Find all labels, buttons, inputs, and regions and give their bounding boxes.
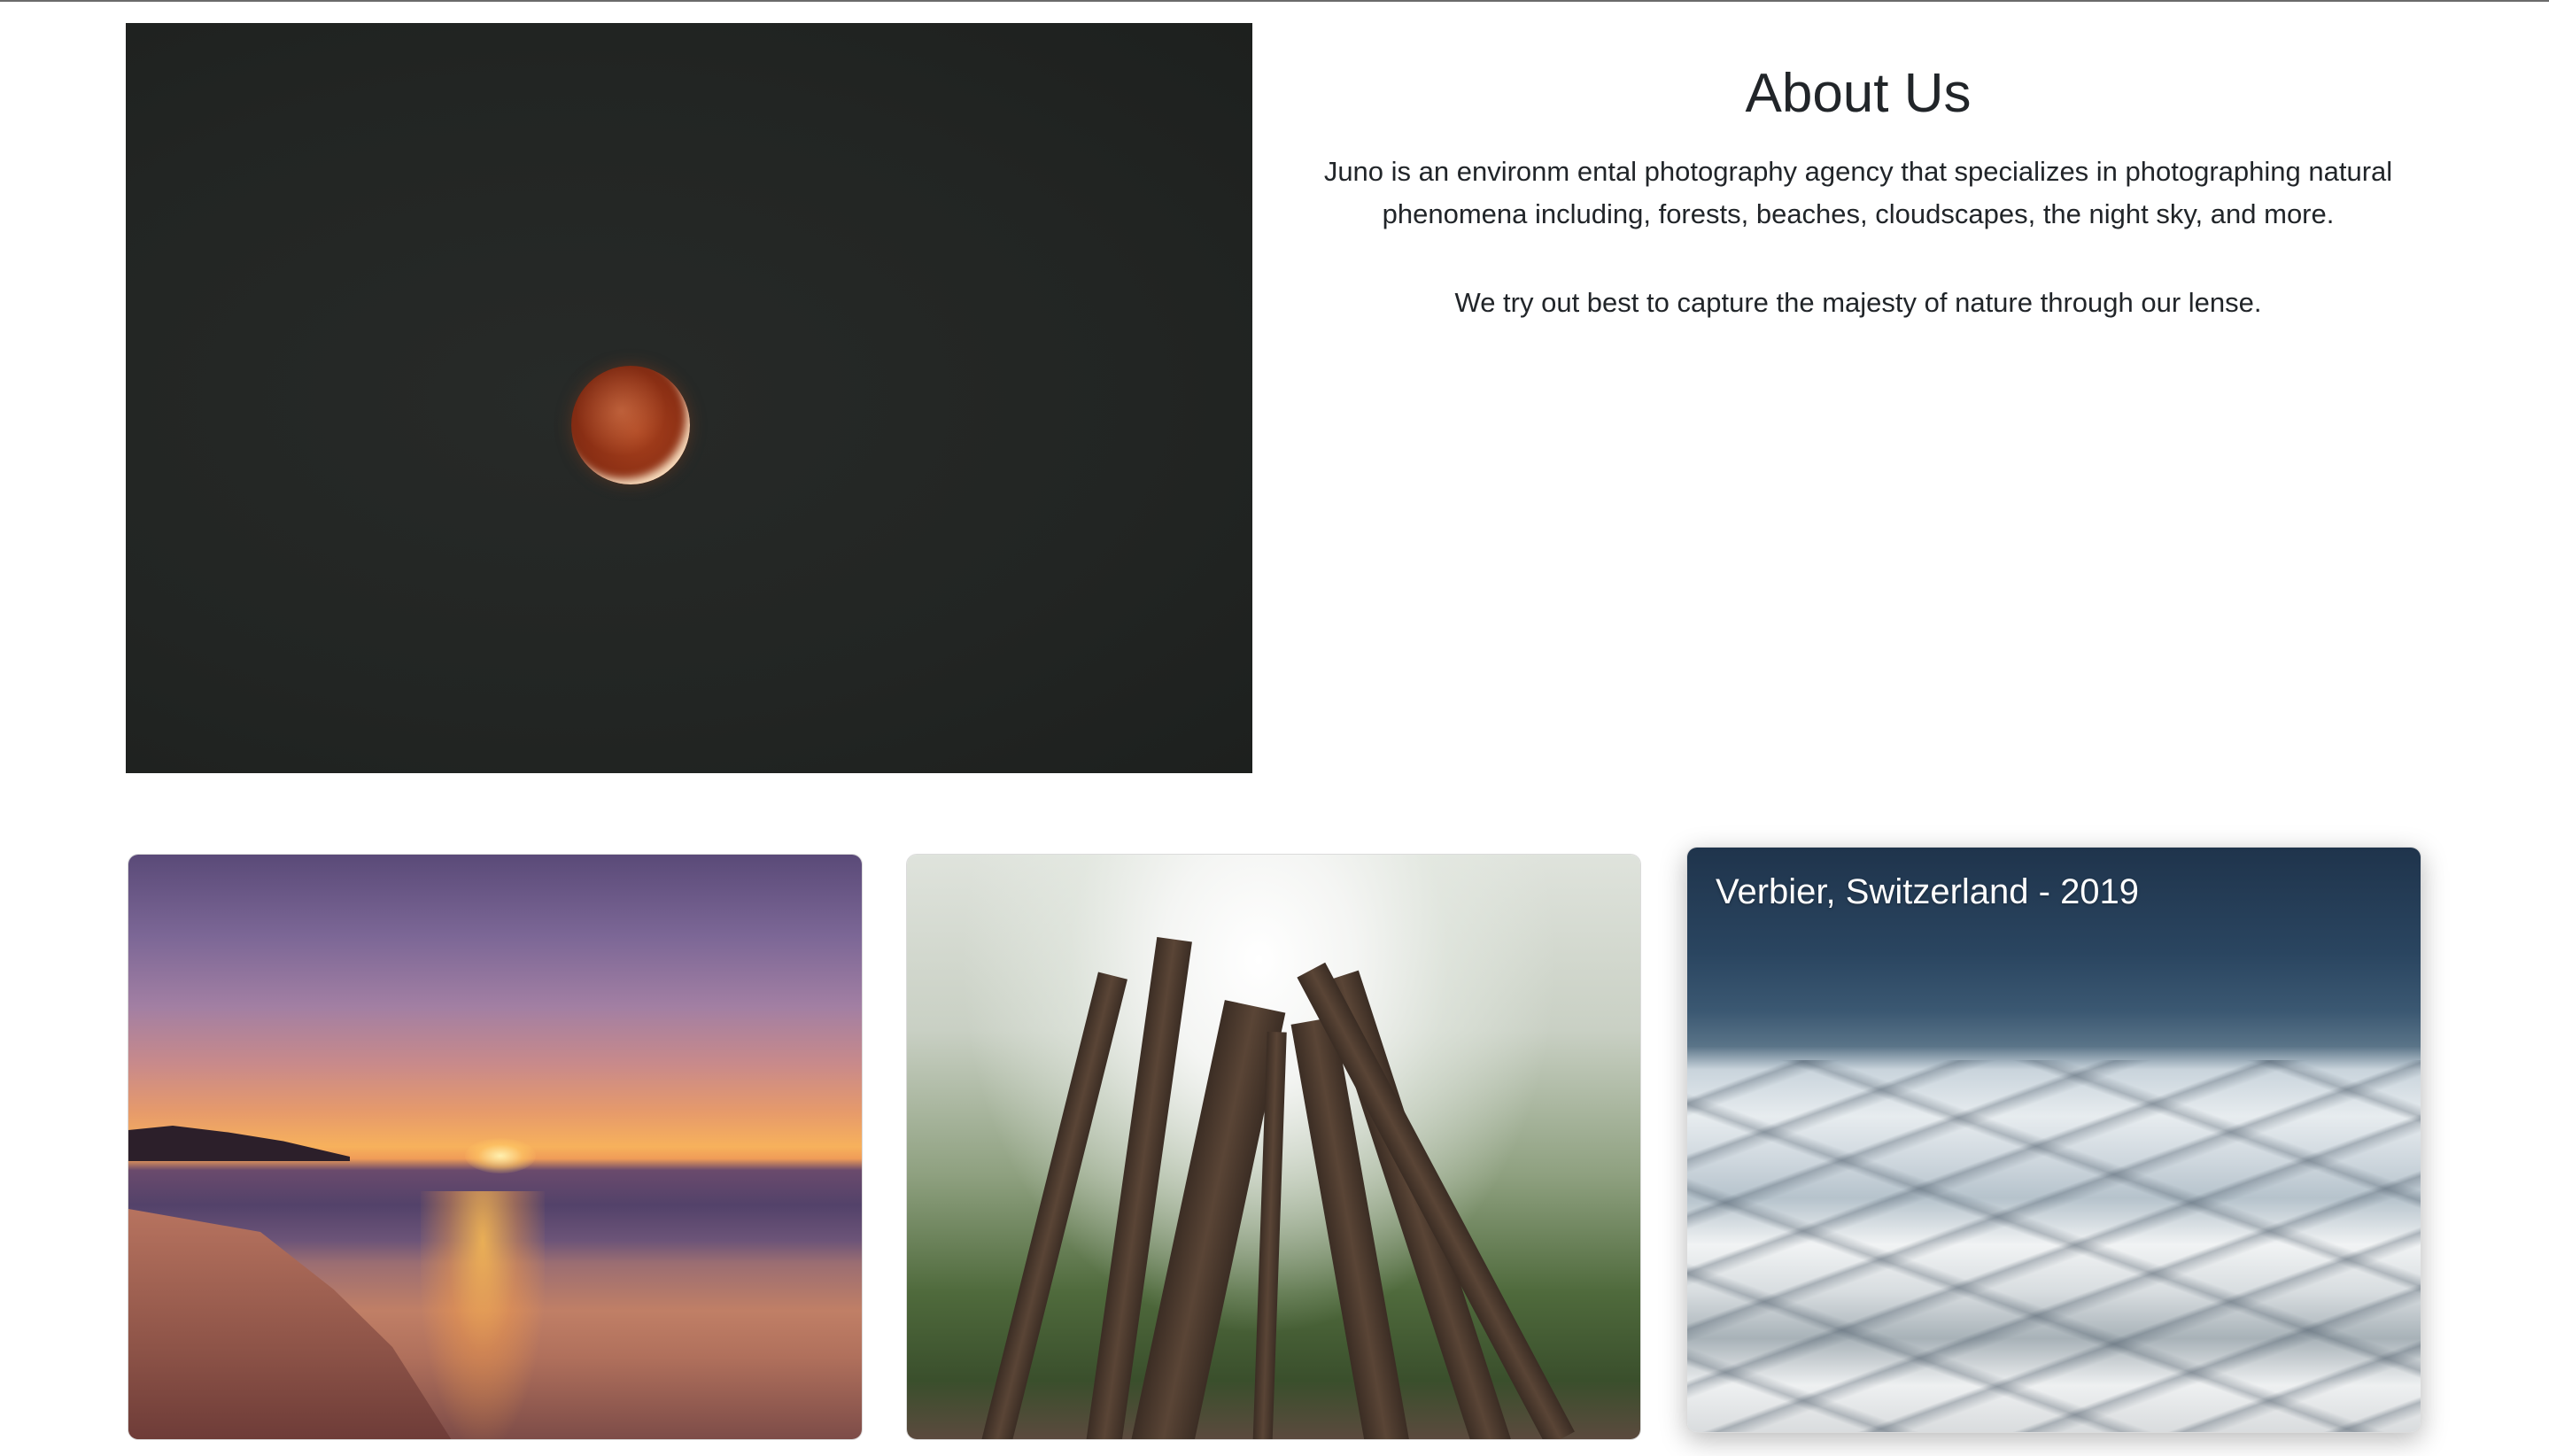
- lunar-eclipse-photo: [126, 23, 1252, 773]
- sun-reflection: [421, 1191, 545, 1439]
- blood-moon: [571, 366, 690, 484]
- about-tagline: We try out best to capture the majesty o…: [1454, 287, 2262, 318]
- snowy-mountains-photo: [1687, 848, 2421, 1432]
- beach-sunset-photo: [128, 855, 862, 1439]
- gallery-card-forest[interactable]: [906, 854, 1641, 1440]
- redwood-forest-photo: [907, 855, 1640, 1439]
- headland-silhouette: [128, 1126, 350, 1161]
- gallery-card-verbier[interactable]: Verbier, Switzerland - 2019: [1686, 847, 2421, 1433]
- gallery-card-beach[interactable]: [128, 854, 863, 1440]
- card-caption: Verbier, Switzerland - 2019: [1716, 872, 2140, 911]
- about-description: Juno is an environm ental photography ag…: [1323, 156, 2393, 229]
- mountain-ridges: [1687, 1060, 2421, 1432]
- about-title: About Us: [1745, 63, 1972, 124]
- sun: [465, 1138, 536, 1173]
- top-divider: [0, 0, 2549, 2]
- about-section: About Us Juno is an environm ental photo…: [1293, 53, 2423, 324]
